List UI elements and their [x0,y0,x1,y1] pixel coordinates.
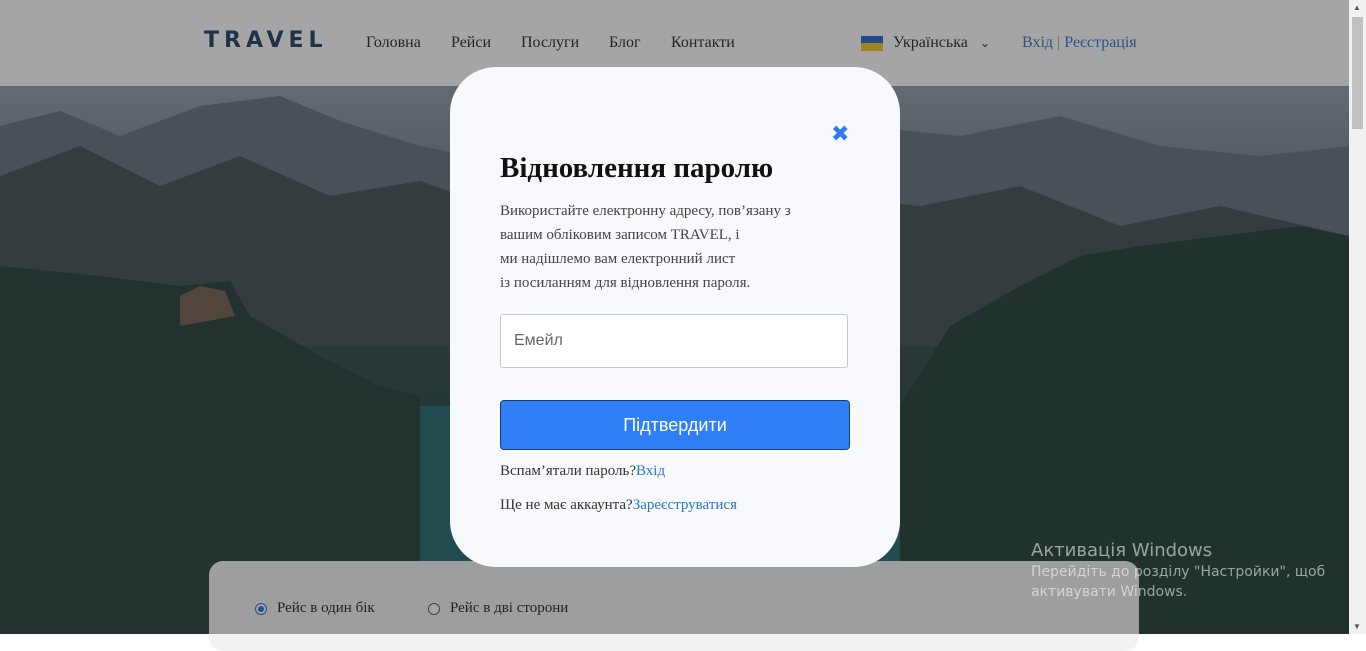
description-line: ми надішлемо вам електронний лист [500,251,736,267]
scrollbar-thumb[interactable] [1352,17,1363,129]
no-account-text: Ще не має аккаунта? [500,497,633,513]
scroll-up-icon[interactable]: ▲ [1353,3,1361,12]
description-line: Використайте електронну адресу, пов’язан… [500,203,791,219]
modal-title: Відновлення паролю [500,152,774,184]
email-input[interactable] [500,314,848,368]
scrollbar[interactable]: ▲ ▼ [1349,0,1366,634]
activation-watermark-line2: активувати Windows. [1031,584,1188,600]
no-account-line: Ще не має аккаунта?Зареєструватися [500,497,737,514]
remembered-text: Вспам’ятали пароль? [500,463,636,479]
login-link-modal[interactable]: Вхід [636,463,665,479]
scroll-down-icon[interactable]: ▼ [1353,622,1361,631]
register-link-modal[interactable]: Зареєструватися [633,497,737,513]
activation-watermark-line1: Перейдіть до розділу "Настройки", щоб [1031,564,1326,580]
modal-description: Використайте електронну адресу, пов’язан… [500,199,830,295]
description-line: вашим обліковим записом TRAVEL, і [500,227,740,243]
activation-watermark-title: Активація Windows [1031,540,1213,561]
description-line: із посиланням для відновлення пароля. [500,275,751,291]
submit-button[interactable]: Підтвердити [500,400,850,450]
close-icon[interactable]: ✖ [831,122,849,147]
remembered-password-line: Вспам’ятали пароль?Вхід [500,463,665,480]
